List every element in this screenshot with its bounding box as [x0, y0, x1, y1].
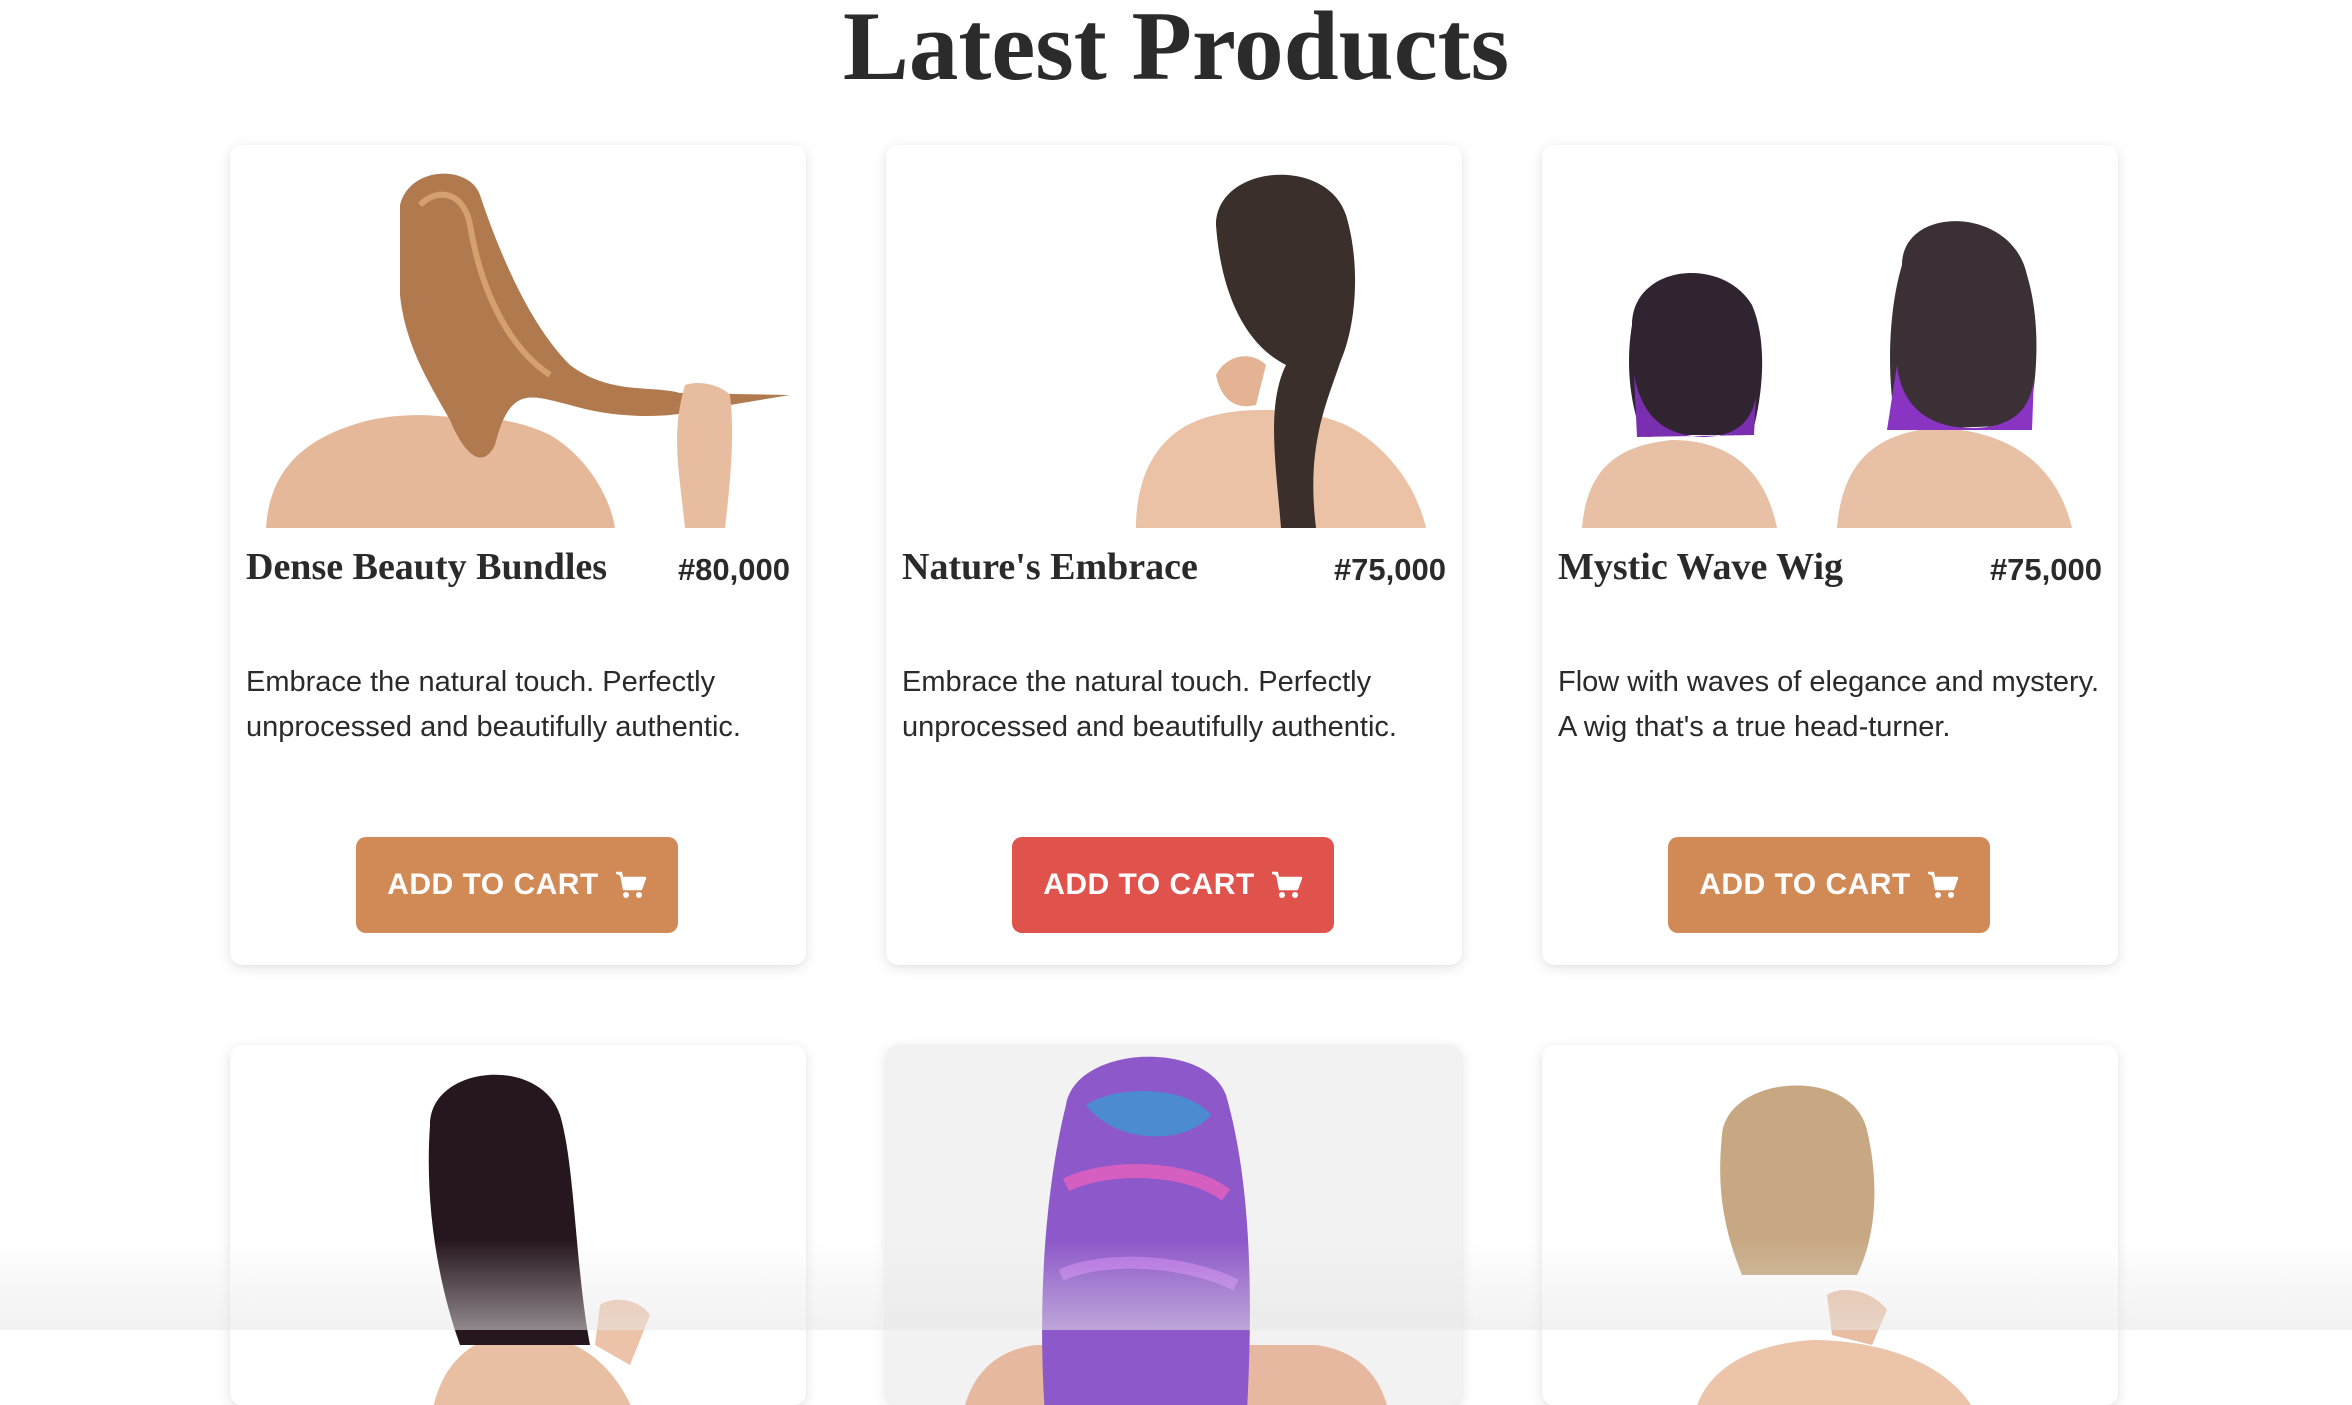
product-card: Dense Beauty Bundles #80,000 Embrace the…: [230, 145, 806, 965]
product-price: #80,000: [677, 552, 790, 587]
product-name[interactable]: Dense Beauty Bundles: [246, 545, 607, 589]
add-to-cart-button[interactable]: ADD TO CART: [1668, 837, 1990, 933]
product-card: [1542, 1045, 2118, 1405]
product-description: Embrace the natural touch. Perfectly unp…: [246, 666, 741, 743]
product-name[interactable]: Nature's Embrace: [902, 545, 1198, 589]
cart-icon: [1271, 871, 1303, 898]
product-description: Flow with waves of elegance and mystery.…: [1558, 666, 2100, 743]
add-to-cart-button[interactable]: ADD TO CART: [1012, 837, 1334, 933]
product-image[interactable]: [230, 145, 806, 528]
product-price: #75,000: [1333, 552, 1446, 587]
product-card: Mystic Wave Wig #75,000 Flow with waves …: [1542, 145, 2118, 965]
add-to-cart-label: ADD TO CART: [387, 868, 599, 901]
product-description: Embrace the natural touch. Perfectly unp…: [902, 666, 1397, 743]
product-image[interactable]: [1542, 145, 2118, 528]
product-image[interactable]: [230, 1045, 806, 1405]
page-title: Latest Products: [842, 0, 1510, 101]
product-card: Nature's Embrace #75,000 Embrace the nat…: [886, 145, 1462, 965]
product-card: [230, 1045, 806, 1405]
product-image[interactable]: [886, 1045, 1462, 1405]
cart-icon: [615, 871, 647, 898]
product-name[interactable]: Mystic Wave Wig: [1558, 545, 1843, 589]
product-card: [886, 1045, 1462, 1405]
product-price: #75,000: [1989, 552, 2102, 587]
add-to-cart-label: ADD TO CART: [1043, 868, 1255, 901]
cart-icon: [1927, 871, 1959, 898]
product-image[interactable]: [1542, 1045, 2118, 1405]
add-to-cart-label: ADD TO CART: [1699, 868, 1911, 901]
add-to-cart-button[interactable]: ADD TO CART: [356, 837, 678, 933]
product-image[interactable]: [886, 145, 1462, 528]
